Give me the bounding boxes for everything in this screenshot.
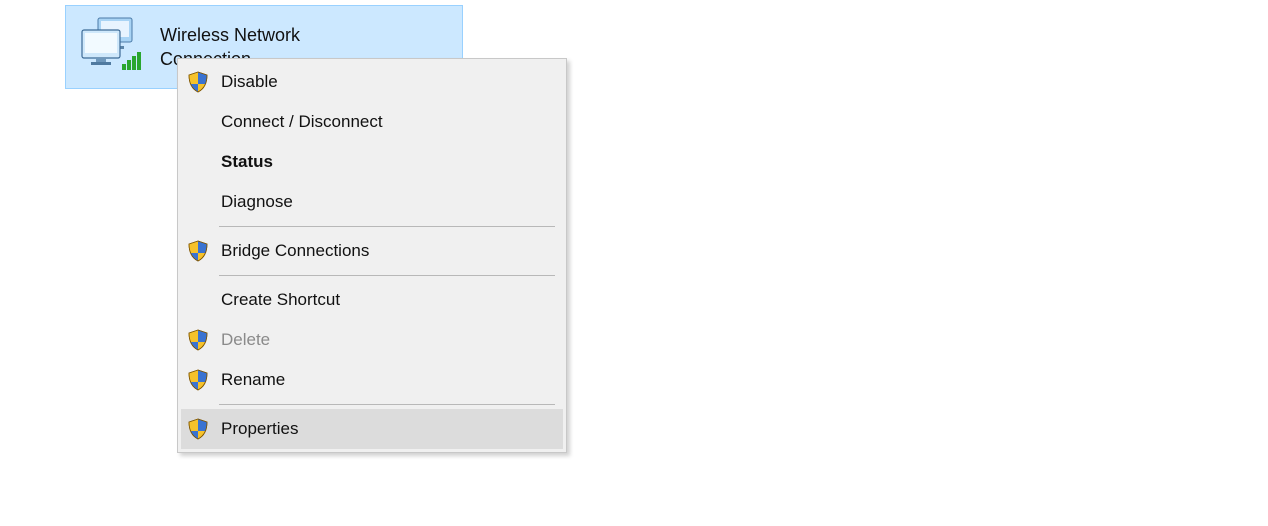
menu-item-label: Connect / Disconnect: [221, 112, 383, 132]
menu-icon-empty: [187, 191, 209, 213]
menu-item-label: Bridge Connections: [221, 241, 369, 261]
context-menu: Disable Connect / Disconnect Status Diag…: [177, 58, 567, 453]
menu-item-delete: Delete: [181, 320, 563, 360]
menu-item-label: Properties: [221, 419, 298, 439]
menu-item-label: Disable: [221, 72, 278, 92]
menu-item-connect-disconnect[interactable]: Connect / Disconnect: [181, 102, 563, 142]
menu-icon-empty: [187, 111, 209, 133]
menu-item-create-shortcut[interactable]: Create Shortcut: [181, 280, 563, 320]
shield-icon: [187, 418, 209, 440]
shield-icon: [187, 71, 209, 93]
menu-icon-empty: [187, 289, 209, 311]
menu-item-bridge-connections[interactable]: Bridge Connections: [181, 231, 563, 271]
menu-item-label: Rename: [221, 370, 285, 390]
menu-item-diagnose[interactable]: Diagnose: [181, 182, 563, 222]
menu-separator: [219, 275, 555, 276]
menu-separator: [219, 404, 555, 405]
menu-item-status[interactable]: Status: [181, 142, 563, 182]
menu-item-label: Diagnose: [221, 192, 293, 212]
menu-item-rename[interactable]: Rename: [181, 360, 563, 400]
menu-item-label: Status: [221, 152, 273, 172]
network-adapter-title-line1: Wireless Network: [160, 23, 300, 47]
network-adapter-icon: [78, 16, 146, 78]
menu-separator: [219, 226, 555, 227]
menu-item-properties[interactable]: Properties: [181, 409, 563, 449]
shield-icon: [187, 329, 209, 351]
shield-icon: [187, 240, 209, 262]
shield-icon: [187, 369, 209, 391]
menu-icon-empty: [187, 151, 209, 173]
menu-item-label: Delete: [221, 330, 270, 350]
menu-item-disable[interactable]: Disable: [181, 62, 563, 102]
menu-item-label: Create Shortcut: [221, 290, 340, 310]
